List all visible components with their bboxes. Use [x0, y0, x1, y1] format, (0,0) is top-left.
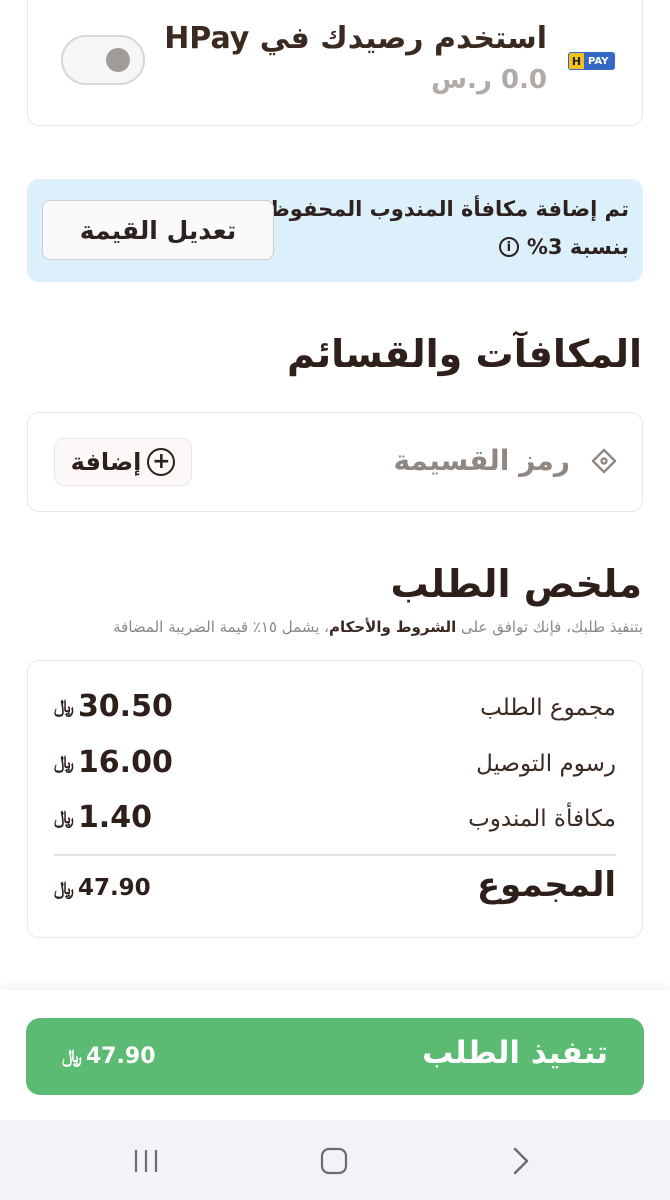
hpay-logo: H PAY	[568, 52, 615, 70]
riyal-icon: ﷼	[54, 696, 74, 717]
total-value: ﷼ 47.90	[54, 875, 151, 901]
rider-tip-label: مكافأة المندوب	[468, 806, 616, 832]
banner-percentage: بنسبة 3% i	[498, 235, 629, 259]
banner-message: تم إضافة مكافأة المندوب المحفوظة	[257, 197, 629, 221]
add-coupon-label: إضافة	[70, 448, 142, 476]
rider-tip-row: مكافأة المندوب ﷼ 1.40	[54, 800, 616, 840]
rewards-heading: المكافآت والقسائم	[287, 332, 642, 376]
hpay-logo-h: H	[569, 53, 584, 69]
add-coupon-button[interactable]: + إضافة	[54, 438, 192, 486]
hpay-balance: 0.0 ر.س	[431, 65, 547, 95]
summary-card: مجموع الطلب ﷼ 30.50 رسوم التوصيل ﷼ 16.00 م…	[27, 660, 643, 938]
rider-tip-amount: 1.40	[77, 800, 152, 835]
home-icon[interactable]	[317, 1144, 351, 1178]
edit-value-button[interactable]: تعديل القيمة	[42, 200, 274, 260]
toggle-knob	[106, 48, 130, 72]
system-nav-bar	[0, 1120, 670, 1200]
hpay-title: استخدم رصيدك في HPay	[164, 21, 547, 56]
riyal-icon: ﷼	[54, 752, 74, 773]
hpay-toggle[interactable]	[61, 35, 145, 85]
subtotal-row: مجموع الطلب ﷼ 30.50	[54, 689, 616, 729]
banner-percentage-text: بنسبة 3%	[526, 235, 629, 259]
subtotal-amount: 30.50	[77, 689, 173, 724]
coupon-code-label[interactable]: رمز القسيمة	[393, 444, 570, 477]
total-label: المجموع	[476, 865, 616, 905]
place-order-amount: 47.90	[85, 1044, 156, 1069]
place-order-label: تنفيذ الطلب	[422, 1035, 608, 1071]
terms-notice: بتنفيذ طلبك، فإنك توافق على الشروط والأح…	[113, 618, 643, 636]
back-icon[interactable]	[503, 1144, 537, 1178]
delivery-fee-value: ﷼ 16.00	[54, 745, 173, 780]
ticket-icon	[591, 448, 617, 474]
checkout-bar: تنفيذ الطلب ﷼ 47.90	[0, 990, 670, 1120]
place-order-button[interactable]: تنفيذ الطلب ﷼ 47.90	[26, 1018, 644, 1095]
order-summary-heading: ملخص الطلب	[390, 562, 642, 606]
terms-prefix: بتنفيذ طلبك، فإنك توافق على	[456, 618, 643, 636]
terms-suffix: ، يشمل ١٥٪ قيمة الضريبة المضافة	[113, 618, 329, 636]
coupon-card: رمز القسيمة + إضافة	[27, 412, 643, 512]
terms-link[interactable]: الشروط والأحكام	[329, 618, 456, 636]
plus-circle-icon: +	[147, 448, 176, 476]
divider	[54, 854, 616, 856]
delivery-fee-row: رسوم التوصيل ﷼ 16.00	[54, 745, 616, 785]
subtotal-value: ﷼ 30.50	[54, 689, 173, 724]
subtotal-label: مجموع الطلب	[480, 695, 616, 721]
recents-icon[interactable]	[129, 1144, 163, 1178]
total-amount: 47.90	[77, 875, 151, 901]
delivery-fee-amount: 16.00	[77, 745, 173, 780]
place-order-price: ﷼ 47.90	[62, 1044, 156, 1069]
hpay-logo-pay: PAY	[588, 55, 609, 67]
riyal-icon: ﷼	[54, 807, 74, 828]
riyal-icon: ﷼	[54, 877, 74, 899]
info-icon[interactable]: i	[498, 237, 519, 257]
rider-tip-banner: تم إضافة مكافأة المندوب المحفوظة بنسبة 3…	[27, 179, 643, 282]
riyal-icon: ﷼	[62, 1046, 82, 1067]
rider-tip-value: ﷼ 1.40	[54, 800, 152, 835]
delivery-fee-label: رسوم التوصيل	[476, 751, 616, 777]
hpay-card: استخدم رصيدك في HPay 0.0 ر.س H PAY	[27, 0, 643, 126]
